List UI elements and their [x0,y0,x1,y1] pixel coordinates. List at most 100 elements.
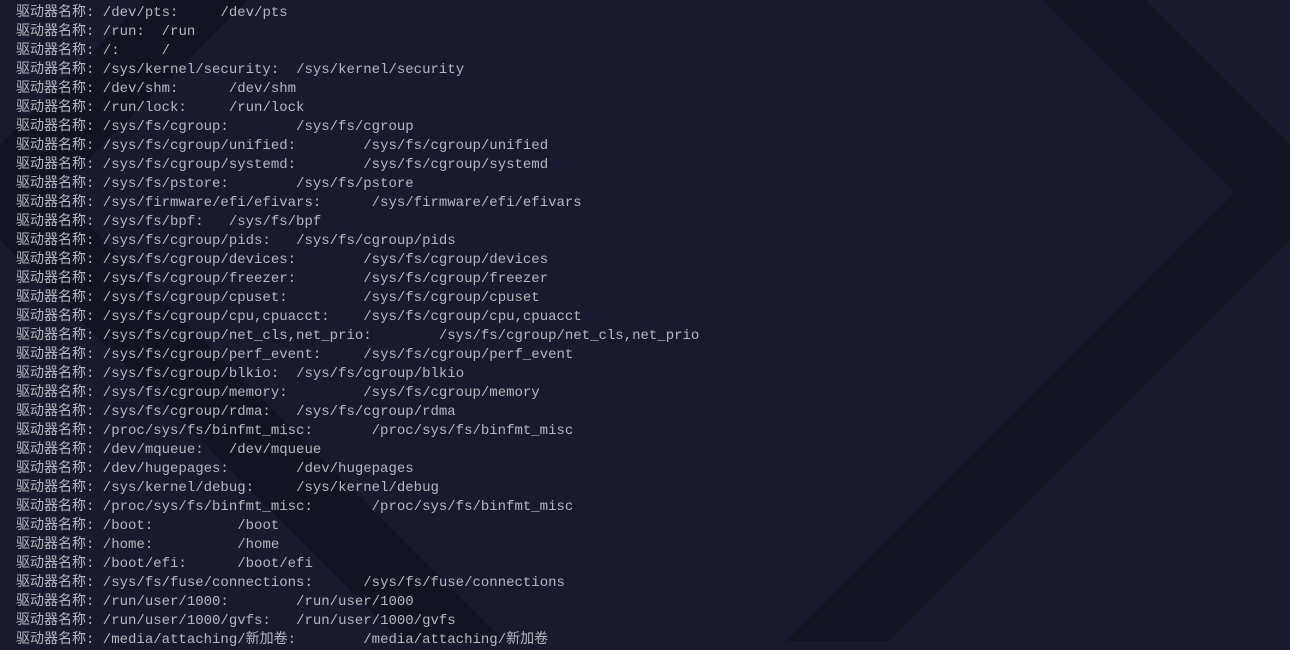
output-line: 驱动器名称: /dev/pts: /dev/pts [16,4,1274,23]
drive-name-label: 驱动器名称: [16,252,94,268]
drive-name-label: 驱动器名称: [16,499,94,515]
column-gap [229,119,296,135]
mount-path-value: /sys/fs/pstore [296,176,414,192]
mount-path-value: /dev/hugepages [296,461,414,477]
output-line: 驱动器名称: /dev/hugepages: /dev/hugepages [16,460,1274,479]
drive-name-label: 驱动器名称: [16,461,94,477]
mount-path-value: /sys/fs/cgroup/cpuset [363,290,539,306]
drive-name-label: 驱动器名称: [16,214,94,230]
output-line: 驱动器名称: /sys/fs/cgroup/pids: /sys/fs/cgro… [16,232,1274,251]
mount-path-value: /sys/kernel/security [296,62,464,78]
column-gap [204,442,229,458]
column-gap [204,214,229,230]
drive-name-label: 驱动器名称: [16,5,94,21]
mount-point-label: /run/lock: [94,100,186,116]
output-line: 驱动器名称: /sys/fs/cgroup/rdma: /sys/fs/cgro… [16,403,1274,422]
mount-point-label: /home: [94,537,153,553]
output-line: 驱动器名称: /dev/shm: /dev/shm [16,80,1274,99]
mount-path-value: /dev/mqueue [229,442,321,458]
mount-path-value: /sys/fs/cgroup/unified [363,138,548,154]
mount-point-label: /sys/fs/pstore: [94,176,228,192]
column-gap [321,347,363,363]
drive-name-label: 驱动器名称: [16,613,94,629]
drive-name-label: 驱动器名称: [16,328,94,344]
mount-point-label: /sys/fs/cgroup/net_cls,net_prio: [94,328,371,344]
drive-name-label: 驱动器名称: [16,62,94,78]
mount-path-value: /sys/kernel/debug [296,480,439,496]
mount-point-label: /sys/fs/cgroup/rdma: [94,404,270,420]
mount-path-value: /sys/fs/cgroup/memory [363,385,539,401]
output-line: 驱动器名称: /sys/fs/cgroup/cpu,cpuacct: /sys/… [16,308,1274,327]
mount-path-value: /home [237,537,279,553]
column-gap [296,138,363,154]
column-gap [296,632,363,648]
output-line: 驱动器名称: /sys/fs/cgroup/memory: /sys/fs/cg… [16,384,1274,403]
output-line: 驱动器名称: /sys/fs/cgroup/blkio: /sys/fs/cgr… [16,365,1274,384]
mount-point-label: /sys/fs/cgroup/blkio: [94,366,279,382]
mount-point-label: /sys/fs/cgroup: [94,119,228,135]
column-gap [153,537,237,553]
mount-path-value: /sys/fs/cgroup/systemd [363,157,548,173]
mount-path-value: /run/user/1000 [296,594,414,610]
mount-point-label: /boot: [94,518,153,534]
output-line: 驱动器名称: /sys/fs/pstore: /sys/fs/pstore [16,175,1274,194]
mount-point-label: /sys/fs/cgroup/memory: [94,385,287,401]
drive-name-label: 驱动器名称: [16,594,94,610]
drive-name-label: 驱动器名称: [16,442,94,458]
output-line: 驱动器名称: /sys/fs/cgroup: /sys/fs/cgroup [16,118,1274,137]
output-line: 驱动器名称: /run: /run [16,23,1274,42]
drive-name-label: 驱动器名称: [16,43,94,59]
mount-path-value: /run/lock [229,100,305,116]
mount-path-value: /media/attaching/新加卷 [363,632,548,648]
column-gap [279,62,296,78]
mount-path-value: /sys/fs/bpf [229,214,321,230]
output-line: 驱动器名称: /run/user/1000/gvfs: /run/user/10… [16,612,1274,631]
column-gap [296,271,363,287]
mount-path-value: /boot/efi [237,556,313,572]
output-line: 驱动器名称: /sys/fs/cgroup/perf_event: /sys/f… [16,346,1274,365]
mount-point-label: /sys/fs/cgroup/systemd: [94,157,296,173]
output-line: 驱动器名称: /sys/kernel/security: /sys/kernel… [16,61,1274,80]
mount-point-label: /sys/fs/cgroup/cpu,cpuacct: [94,309,329,325]
output-line: 驱动器名称: /run/lock: /run/lock [16,99,1274,118]
drive-name-label: 驱动器名称: [16,632,94,648]
column-gap [187,100,229,116]
drive-name-label: 驱动器名称: [16,24,94,40]
column-gap [254,480,296,496]
mount-path-value: /sys/fs/cgroup/rdma [296,404,456,420]
column-gap [271,613,296,629]
column-gap [271,233,296,249]
mount-point-label: /dev/shm: [94,81,178,97]
output-line: 驱动器名称: /dev/mqueue: /dev/mqueue [16,441,1274,460]
terminal-output[interactable]: 驱动器名称: /dev/pts: /dev/pts驱动器名称: /run: /r… [16,4,1274,650]
mount-point-label: /sys/fs/bpf: [94,214,203,230]
mount-point-label: /run/user/1000: [94,594,228,610]
mount-point-label: /sys/fs/fuse/connections: [94,575,312,591]
drive-name-label: 驱动器名称: [16,423,94,439]
output-line: 驱动器名称: /sys/fs/cgroup/systemd: /sys/fs/c… [16,156,1274,175]
mount-path-value: /proc/sys/fs/binfmt_misc [372,423,574,439]
drive-name-label: 驱动器名称: [16,366,94,382]
mount-path-value: / [162,43,170,59]
mount-point-label: /sys/fs/cgroup/devices: [94,252,296,268]
column-gap [321,195,371,211]
mount-path-value: /sys/fs/cgroup/pids [296,233,456,249]
mount-path-value: /dev/pts [220,5,287,21]
mount-point-label: /dev/pts: [94,5,178,21]
drive-name-label: 驱动器名称: [16,195,94,211]
column-gap [120,43,162,59]
drive-name-label: 驱动器名称: [16,271,94,287]
mount-point-label: /sys/fs/cgroup/pids: [94,233,270,249]
drive-name-label: 驱动器名称: [16,81,94,97]
mount-point-label: /run/user/1000/gvfs: [94,613,270,629]
drive-name-label: 驱动器名称: [16,233,94,249]
column-gap [313,575,363,591]
output-line: 驱动器名称: /sys/fs/cgroup/devices: /sys/fs/c… [16,251,1274,270]
mount-point-label: /sys/kernel/debug: [94,480,254,496]
output-line: 驱动器名称: /boot: /boot [16,517,1274,536]
drive-name-label: 驱动器名称: [16,480,94,496]
mount-path-value: /sys/fs/cgroup/perf_event [363,347,573,363]
column-gap [178,5,220,21]
column-gap [178,81,228,97]
mount-point-label: /proc/sys/fs/binfmt_misc: [94,499,312,515]
